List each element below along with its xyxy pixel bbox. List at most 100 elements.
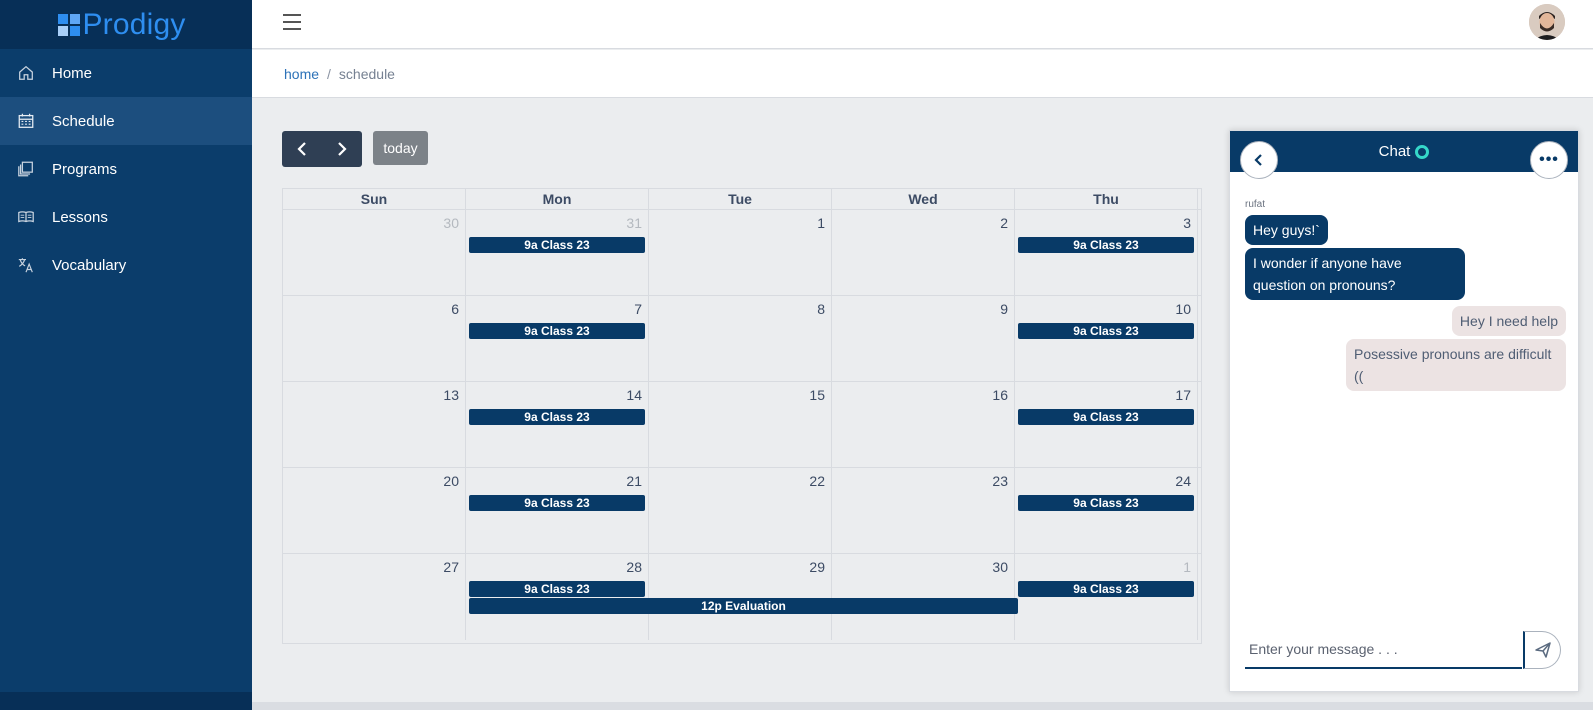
chat-message: Hey guys!` (1245, 215, 1328, 245)
day-number[interactable]: 1 (817, 215, 825, 231)
day-number[interactable]: 1 (1183, 559, 1191, 575)
calendar-week-row: 30 31 9a Class 23 1 2 3 9a Class 23 (283, 210, 1201, 296)
weekday-header: Thu (1015, 189, 1198, 209)
day-number[interactable]: 13 (443, 387, 459, 403)
book-icon (16, 207, 36, 227)
weekday-header: Mon (466, 189, 649, 209)
calendar-day-cell[interactable]: 21 9a Class 23 (466, 468, 649, 553)
calendar-day-cell[interactable]: 27 (283, 554, 466, 640)
calendar-day-cell[interactable]: 22 (649, 468, 832, 553)
sidebar: Prodigy Home Schedule Programs Lessons V… (0, 0, 252, 710)
calendar-event[interactable]: 9a Class 23 (469, 409, 645, 425)
chat-message: I wonder if anyone have question on pron… (1245, 248, 1465, 300)
calendar-week-row: 13 14 9a Class 23 15 16 17 9a Class 23 (283, 382, 1201, 468)
header (252, 0, 1593, 49)
day-number[interactable]: 31 (626, 215, 642, 231)
prev-button[interactable] (282, 131, 322, 167)
chat-back-button[interactable] (1240, 141, 1278, 179)
calendar-day-cell[interactable]: 13 (283, 382, 466, 467)
day-number[interactable]: 8 (817, 301, 825, 317)
calendar-day-cell[interactable]: 9 (832, 296, 1015, 381)
day-number[interactable]: 30 (992, 559, 1008, 575)
calendar-event[interactable]: 9a Class 23 (1018, 409, 1194, 425)
breadcrumb-home-link[interactable]: home (284, 66, 319, 82)
day-number[interactable]: 17 (1175, 387, 1191, 403)
calendar-event[interactable]: 9a Class 23 (469, 495, 645, 511)
calendar-day-cell[interactable]: 16 (832, 382, 1015, 467)
sidebar-item-programs[interactable]: Programs (0, 145, 252, 193)
calendar-day-cell[interactable]: 30 (283, 210, 466, 295)
home-icon (16, 63, 36, 83)
calendar-day-cell[interactable]: 24 9a Class 23 (1015, 468, 1198, 553)
calendar-day-cell[interactable]: 15 (649, 382, 832, 467)
calendar-day-cell[interactable]: 1 9a Class 23 (1015, 554, 1198, 640)
brand[interactable]: Prodigy (0, 0, 252, 49)
hamburger-menu-icon[interactable] (283, 14, 301, 30)
calendar-day-cell[interactable]: 14 9a Class 23 (466, 382, 649, 467)
calendar-header: Sun Mon Tue Wed Thu (283, 189, 1201, 210)
day-number[interactable]: 29 (809, 559, 825, 575)
calendar-event[interactable]: 9a Class 23 (1018, 237, 1194, 253)
calendar-day-cell[interactable]: 3 9a Class 23 (1015, 210, 1198, 295)
message-input[interactable] (1245, 631, 1522, 669)
chat-more-button[interactable]: ••• (1530, 141, 1568, 179)
weekday-header: Tue (649, 189, 832, 209)
day-number[interactable]: 16 (992, 387, 1008, 403)
calendar-icon (16, 111, 36, 131)
day-number[interactable]: 7 (634, 301, 642, 317)
calendar-day-cell[interactable]: 17 9a Class 23 (1015, 382, 1198, 467)
send-button[interactable] (1523, 631, 1561, 669)
sidebar-item-schedule[interactable]: Schedule (0, 97, 252, 145)
calendar-week-row: 20 21 9a Class 23 22 23 24 9a Class 23 (283, 468, 1201, 554)
day-number[interactable]: 27 (443, 559, 459, 575)
calendar-event[interactable]: 9a Class 23 (469, 323, 645, 339)
calendar-body: 30 31 9a Class 23 1 2 3 9a Class 23 6 7 9a Class … (283, 210, 1201, 640)
calendar-day-cell[interactable]: 28 9a Class 23 (466, 554, 649, 640)
day-number[interactable]: 3 (1183, 215, 1191, 231)
sidebar-minimizer[interactable] (0, 692, 252, 710)
day-number[interactable]: 6 (451, 301, 459, 317)
calendar-day-cell[interactable]: 31 9a Class 23 (466, 210, 649, 295)
calendar-event[interactable]: 9a Class 23 (469, 237, 645, 253)
day-number[interactable]: 10 (1175, 301, 1191, 317)
sidebar-item-label: Schedule (52, 112, 115, 130)
calendar-day-cell[interactable]: 8 (649, 296, 832, 381)
day-number[interactable]: 15 (809, 387, 825, 403)
avatar[interactable] (1529, 4, 1565, 40)
calendar-day-cell[interactable]: 30 (832, 554, 1015, 640)
sidebar-item-vocabulary[interactable]: Vocabulary (0, 241, 252, 289)
chat-panel: Chat ••• rufat Hey guys!` I wonder if an… (1229, 130, 1579, 692)
calendar-day-cell[interactable]: 20 (283, 468, 466, 553)
calendar-event[interactable]: 12p Evaluation (469, 598, 1018, 614)
day-number[interactable]: 9 (1000, 301, 1008, 317)
sidebar-item-home[interactable]: Home (0, 49, 252, 97)
calendar-day-cell[interactable]: 2 (832, 210, 1015, 295)
day-number[interactable]: 20 (443, 473, 459, 489)
calendar-day-cell[interactable]: 1 (649, 210, 832, 295)
day-number[interactable]: 24 (1175, 473, 1191, 489)
brand-name: Prodigy (82, 7, 186, 41)
calendar-event[interactable]: 9a Class 23 (1018, 581, 1194, 597)
day-number[interactable]: 28 (626, 559, 642, 575)
next-button[interactable] (322, 131, 362, 167)
today-button[interactable]: today (373, 131, 428, 165)
day-number[interactable]: 23 (992, 473, 1008, 489)
calendar-event[interactable]: 9a Class 23 (1018, 495, 1194, 511)
calendar-day-cell[interactable]: 23 (832, 468, 1015, 553)
day-number[interactable]: 2 (1000, 215, 1008, 231)
calendar-day-cell[interactable]: 7 9a Class 23 (466, 296, 649, 381)
weekday-header: Wed (832, 189, 1015, 209)
calendar-day-cell[interactable]: 10 9a Class 23 (1015, 296, 1198, 381)
online-status-icon (1415, 144, 1430, 159)
calendar-event[interactable]: 9a Class 23 (469, 581, 645, 597)
calendar-day-cell[interactable]: 29 (649, 554, 832, 640)
day-number[interactable]: 14 (626, 387, 642, 403)
day-number[interactable]: 30 (443, 215, 459, 231)
calendar-event[interactable]: 9a Class 23 (1018, 323, 1194, 339)
message-sender: rufat (1245, 199, 1266, 210)
day-number[interactable]: 21 (626, 473, 642, 489)
day-number[interactable]: 22 (809, 473, 825, 489)
sidebar-item-lessons[interactable]: Lessons (0, 193, 252, 241)
footer (252, 702, 1593, 710)
calendar-day-cell[interactable]: 6 (283, 296, 466, 381)
